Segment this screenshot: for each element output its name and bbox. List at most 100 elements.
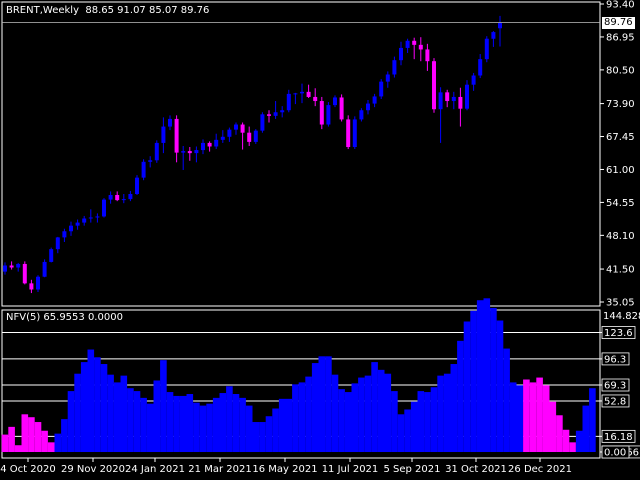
histogram-bar[interactable] xyxy=(265,416,273,452)
histogram-bar[interactable] xyxy=(377,369,385,452)
candle-body[interactable] xyxy=(405,40,410,48)
candle-body[interactable] xyxy=(95,216,100,218)
histogram-bar[interactable] xyxy=(318,356,326,452)
histogram-bar[interactable] xyxy=(410,401,418,452)
histogram-bar[interactable] xyxy=(338,389,345,452)
histogram-bar[interactable] xyxy=(292,384,299,452)
histogram-bar[interactable] xyxy=(358,377,365,452)
histogram-bar[interactable] xyxy=(463,321,471,452)
candle-body[interactable] xyxy=(75,222,80,226)
candle-body[interactable] xyxy=(484,38,489,60)
candle-body[interactable] xyxy=(458,96,463,109)
candle-body[interactable] xyxy=(82,218,87,223)
candle-body[interactable] xyxy=(42,261,47,277)
candle-body[interactable] xyxy=(471,75,476,85)
candle-body[interactable] xyxy=(359,110,364,120)
histogram-bar[interactable] xyxy=(457,340,464,452)
candle-body[interactable] xyxy=(392,60,397,75)
candle-body[interactable] xyxy=(326,105,331,125)
histogram-bar[interactable] xyxy=(199,405,207,452)
candle-body[interactable] xyxy=(352,119,357,147)
candle-body[interactable] xyxy=(102,199,106,217)
histogram-bar[interactable] xyxy=(529,382,537,452)
histogram-bar[interactable] xyxy=(1,434,9,452)
histogram-bar[interactable] xyxy=(272,408,279,452)
histogram-bar[interactable] xyxy=(21,414,29,452)
histogram-bar[interactable] xyxy=(391,391,398,452)
histogram-bar[interactable] xyxy=(351,383,359,452)
candle-body[interactable] xyxy=(445,92,450,102)
candle-body[interactable] xyxy=(478,59,483,76)
candle-body[interactable] xyxy=(253,130,258,142)
histogram-bar[interactable] xyxy=(127,388,134,452)
histogram-bar[interactable] xyxy=(542,385,550,452)
candle-body[interactable] xyxy=(161,126,166,143)
candle-body[interactable] xyxy=(187,151,192,154)
histogram-bar[interactable] xyxy=(54,433,62,452)
candle-body[interactable] xyxy=(286,93,291,111)
histogram-bar[interactable] xyxy=(206,403,213,452)
candle-body[interactable] xyxy=(181,151,186,153)
histogram-bar[interactable] xyxy=(133,391,141,452)
histogram-bar[interactable] xyxy=(325,356,332,452)
histogram-bar[interactable] xyxy=(153,380,161,452)
candle-body[interactable] xyxy=(121,199,126,201)
histogram-bar[interactable] xyxy=(437,375,444,452)
histogram-bar[interactable] xyxy=(556,415,563,452)
histogram-bar[interactable] xyxy=(34,422,42,452)
candle-body[interactable] xyxy=(399,47,403,61)
candle-body[interactable] xyxy=(22,263,27,284)
candle-body[interactable] xyxy=(240,124,245,133)
candle-body[interactable] xyxy=(214,139,219,147)
histogram-bar[interactable] xyxy=(87,349,95,452)
candle-body[interactable] xyxy=(465,84,469,109)
candle-body[interactable] xyxy=(333,97,337,106)
histogram-bar[interactable] xyxy=(80,362,88,452)
histogram-bar[interactable] xyxy=(443,373,451,452)
histogram-bar[interactable] xyxy=(285,398,293,452)
histogram-bar[interactable] xyxy=(450,364,458,452)
candle-body[interactable] xyxy=(88,217,93,219)
histogram-bar[interactable] xyxy=(94,357,101,452)
candle-body[interactable] xyxy=(174,118,179,153)
histogram-bar[interactable] xyxy=(160,360,167,452)
histogram-bar[interactable] xyxy=(146,403,154,452)
histogram-bar[interactable] xyxy=(61,419,68,452)
histogram-bar[interactable] xyxy=(582,405,590,452)
histogram-bar[interactable] xyxy=(523,379,530,452)
histogram-bar[interactable] xyxy=(8,426,15,452)
histogram-bar[interactable] xyxy=(278,398,286,452)
histogram-bar[interactable] xyxy=(252,422,260,452)
histogram-bar[interactable] xyxy=(74,373,81,452)
histogram-bar[interactable] xyxy=(470,310,477,452)
histogram-bar[interactable] xyxy=(397,414,405,452)
histogram-bar[interactable] xyxy=(298,382,306,452)
histogram-bar[interactable] xyxy=(430,387,438,452)
histogram-bar[interactable] xyxy=(41,430,48,452)
histogram-bar[interactable] xyxy=(503,348,510,452)
candle-body[interactable] xyxy=(346,119,351,147)
candle-body[interactable] xyxy=(432,61,436,110)
histogram-bar[interactable] xyxy=(496,320,504,452)
histogram-bar[interactable] xyxy=(311,363,319,452)
histogram-bar[interactable] xyxy=(417,391,425,452)
candle-body[interactable] xyxy=(379,81,384,97)
histogram-bar[interactable] xyxy=(516,385,524,452)
candle-body[interactable] xyxy=(313,96,318,102)
candle-body[interactable] xyxy=(16,263,21,268)
histogram-bar[interactable] xyxy=(113,382,121,452)
candle-body[interactable] xyxy=(3,265,7,272)
candle-body[interactable] xyxy=(201,142,205,151)
candle-body[interactable] xyxy=(366,103,370,111)
histogram-bar[interactable] xyxy=(404,409,411,452)
candle-body[interactable] xyxy=(293,93,298,95)
candle-body[interactable] xyxy=(498,22,502,29)
histogram-bar[interactable] xyxy=(569,442,576,452)
candle-body[interactable] xyxy=(55,237,60,250)
histogram-bar[interactable] xyxy=(305,376,312,452)
histogram-bar[interactable] xyxy=(490,307,497,452)
candle-body[interactable] xyxy=(128,193,133,200)
histogram-bar[interactable] xyxy=(476,300,484,452)
candle-body[interactable] xyxy=(319,101,324,125)
candle-body[interactable] xyxy=(9,265,14,268)
